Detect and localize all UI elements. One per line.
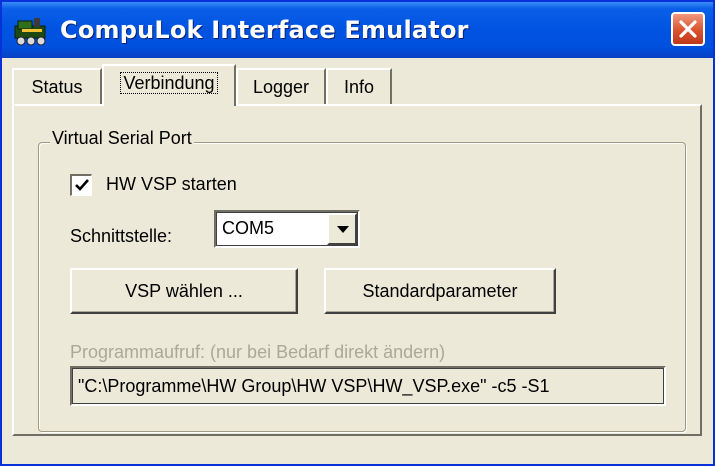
tab-label: Info <box>343 77 375 97</box>
hw-vsp-start-checkbox[interactable] <box>70 174 92 196</box>
checkmark-icon <box>75 179 89 191</box>
title-bar[interactable]: CompuLok Interface Emulator <box>2 2 713 58</box>
close-button[interactable] <box>671 12 705 46</box>
tab-label: Logger <box>252 77 310 97</box>
port-select-value: COM5 <box>222 218 275 238</box>
tab-status[interactable]: Status <box>12 68 102 104</box>
tab-bar: Status Verbindung Logger Info <box>12 64 432 106</box>
hw-vsp-start-label[interactable]: HW VSP starten <box>106 174 237 195</box>
app-window: CompuLok Interface Emulator Status Verbi… <box>0 0 715 466</box>
port-select[interactable]: COM5 <box>214 210 360 248</box>
dropdown-arrow-icon <box>337 226 349 233</box>
tab-logger[interactable]: Logger <box>236 68 326 104</box>
tab-verbindung[interactable]: Verbindung <box>102 64 236 106</box>
tab-label: Status <box>31 77 83 97</box>
close-icon <box>679 20 697 38</box>
port-label: Schnittstelle: <box>70 226 173 246</box>
program-call-field[interactable]: "C:\Programme\HW Group\HW VSP\HW_VSP.exe… <box>70 366 666 406</box>
choose-vsp-button[interactable]: VSP wählen ... <box>70 268 298 314</box>
tab-info[interactable]: Info <box>326 68 392 104</box>
port-dropdown-button[interactable] <box>327 213 357 245</box>
app-icon <box>12 14 50 48</box>
group-legend: Virtual Serial Port <box>50 128 194 149</box>
window-title: CompuLok Interface Emulator <box>60 16 469 44</box>
tab-label: Verbindung <box>120 72 218 94</box>
default-parameters-button[interactable]: Standardparameter <box>324 268 556 314</box>
program-call-label: Programmaufruf: (nur bei Bedarf direkt ä… <box>70 342 446 362</box>
